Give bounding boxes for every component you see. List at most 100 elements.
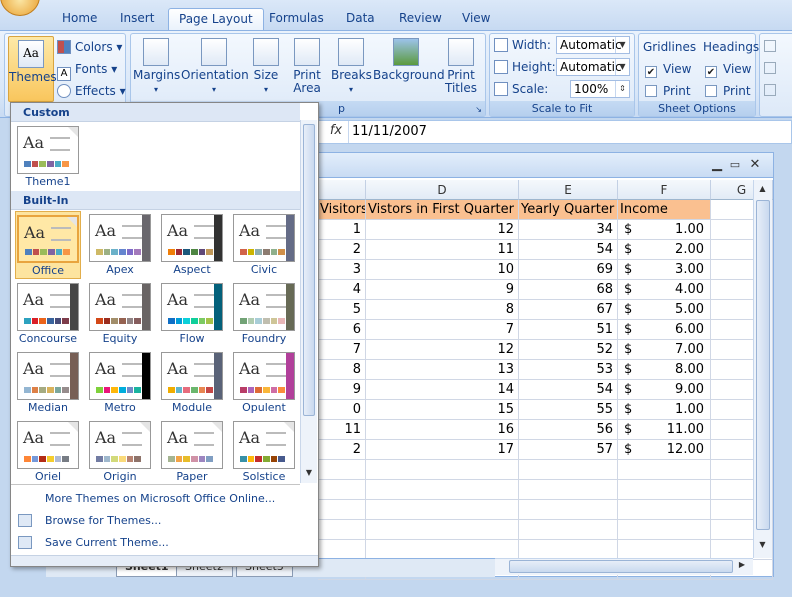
resize-grip[interactable] — [11, 555, 318, 566]
cell[interactable]: 34 — [519, 220, 618, 240]
cell[interactable] — [366, 480, 519, 500]
print-titles-button[interactable]: Print Titles — [441, 38, 481, 95]
cell[interactable]: 1 — [318, 220, 366, 240]
close-icon[interactable]: ✕ — [747, 157, 763, 173]
cell[interactable]: 9 — [318, 380, 366, 400]
orientation-button[interactable]: Orientation ▾ — [181, 38, 249, 96]
cell[interactable]: $5.00 — [618, 300, 711, 320]
header-cell[interactable]: Vistors in First Quarter — [366, 200, 519, 220]
theme-equity[interactable]: Aa Equity — [87, 280, 153, 348]
tab-data[interactable]: Data — [336, 8, 385, 30]
themes-button[interactable]: Aa Themes — [8, 36, 57, 102]
scroll-thumb[interactable] — [756, 200, 770, 530]
cell[interactable]: 56 — [519, 420, 618, 440]
theme-solstice[interactable]: Aa Solstice — [231, 418, 297, 486]
cell[interactable]: $12.00 — [618, 440, 711, 460]
headings-view-checkbox[interactable]: ✔ View — [705, 60, 751, 78]
bring-front-icon[interactable] — [764, 40, 776, 52]
print-area-button[interactable]: Print Area — [289, 38, 325, 95]
send-back-icon[interactable] — [764, 62, 776, 74]
cell[interactable]: $8.00 — [618, 360, 711, 380]
cell[interactable] — [318, 480, 366, 500]
cell[interactable]: $9.00 — [618, 380, 711, 400]
menu-item-more-themes[interactable]: More Themes on Microsoft Office Online..… — [11, 488, 307, 510]
header-cell[interactable]: Yearly Quarter — [519, 200, 618, 220]
cell[interactable]: $6.00 — [618, 320, 711, 340]
theme-apex[interactable]: Aa Apex — [87, 211, 153, 279]
cell[interactable]: 54 — [519, 240, 618, 260]
theme-module[interactable]: Aa Module — [159, 349, 225, 417]
header-cell[interactable]: Visitors — [318, 200, 366, 220]
minimize-icon[interactable]: ▁ — [709, 157, 725, 173]
theme-paper[interactable]: Aa Paper — [159, 418, 225, 486]
cell[interactable]: $1.00 — [618, 220, 711, 240]
tab-view[interactable]: View — [452, 8, 500, 30]
menu-item-save-theme[interactable]: Save Current Theme... — [11, 532, 307, 554]
selection-pane-icon[interactable] — [764, 84, 776, 96]
cell[interactable] — [519, 540, 618, 560]
cell[interactable] — [318, 500, 366, 520]
colors-button[interactable]: Colors ▾ — [57, 38, 122, 56]
menu-item-browse-themes[interactable]: Browse for Themes... — [11, 510, 307, 532]
cell[interactable]: $3.00 — [618, 260, 711, 280]
gridlines-view-checkbox[interactable]: ✔ View — [645, 60, 691, 78]
theme-foundry[interactable]: Aa Foundry — [231, 280, 297, 348]
cell[interactable] — [618, 500, 711, 520]
breaks-button[interactable]: Breaks ▾ — [331, 38, 372, 96]
cell[interactable] — [366, 520, 519, 540]
insert-function-icon[interactable]: fx — [325, 123, 347, 141]
scroll-right-icon[interactable]: ▶ — [736, 560, 748, 573]
cell[interactable]: 9 — [366, 280, 519, 300]
theme-civic[interactable]: Aa Civic — [231, 211, 297, 279]
cell[interactable]: $4.00 — [618, 280, 711, 300]
cell[interactable]: 2 — [318, 240, 366, 260]
cell[interactable]: 15 — [366, 400, 519, 420]
cell[interactable] — [618, 480, 711, 500]
cell[interactable]: 54 — [519, 380, 618, 400]
tab-formulas[interactable]: Formulas — [259, 8, 334, 30]
cell[interactable]: 5 — [318, 300, 366, 320]
cell[interactable]: $7.00 — [618, 340, 711, 360]
cell[interactable] — [519, 520, 618, 540]
cell[interactable] — [519, 460, 618, 480]
cell[interactable]: 13 — [366, 360, 519, 380]
cell[interactable]: 51 — [519, 320, 618, 340]
page-setup-launcher-icon[interactable]: ↘ — [475, 105, 482, 114]
width-combo[interactable]: Automatic ▼ — [556, 36, 630, 54]
tab-review[interactable]: Review — [389, 8, 452, 30]
cell[interactable] — [318, 520, 366, 540]
cell[interactable]: 17 — [366, 440, 519, 460]
cell[interactable]: 52 — [519, 340, 618, 360]
theme-concourse[interactable]: Aa Concourse — [15, 280, 81, 348]
cell[interactable]: 8 — [318, 360, 366, 380]
cell[interactable] — [618, 540, 711, 560]
cell[interactable]: 3 — [318, 260, 366, 280]
scroll-down-icon[interactable]: ▼ — [755, 540, 770, 554]
cell[interactable]: 68 — [519, 280, 618, 300]
gallery-scroll-thumb[interactable] — [303, 124, 315, 416]
cell[interactable] — [366, 540, 519, 560]
theme-office[interactable]: Aa Office — [15, 211, 81, 279]
chevron-down-icon[interactable]: ▼ — [615, 37, 629, 53]
hscroll-thumb[interactable] — [509, 560, 733, 573]
header-cell[interactable]: Income — [618, 200, 711, 220]
cell[interactable]: 0 — [318, 400, 366, 420]
cell[interactable]: 14 — [366, 380, 519, 400]
tab-page-layout[interactable]: Page Layout — [168, 8, 264, 30]
column-header[interactable]: D — [366, 180, 519, 200]
column-header[interactable] — [318, 180, 366, 200]
cell[interactable]: 11 — [366, 240, 519, 260]
tab-insert[interactable]: Insert — [110, 8, 164, 30]
cell[interactable]: $11.00 — [618, 420, 711, 440]
cell[interactable]: 55 — [519, 400, 618, 420]
scroll-down-icon[interactable]: ▼ — [302, 468, 316, 480]
theme-theme1[interactable]: Aa Theme1 — [15, 123, 81, 191]
cell[interactable]: 11 — [318, 420, 366, 440]
cell[interactable] — [318, 460, 366, 480]
cell[interactable] — [519, 480, 618, 500]
scroll-up-icon[interactable]: ▲ — [755, 184, 770, 198]
fonts-button[interactable]: A Fonts ▾ — [57, 60, 117, 81]
cell[interactable] — [318, 540, 366, 560]
cell[interactable]: 10 — [366, 260, 519, 280]
cell[interactable]: 53 — [519, 360, 618, 380]
